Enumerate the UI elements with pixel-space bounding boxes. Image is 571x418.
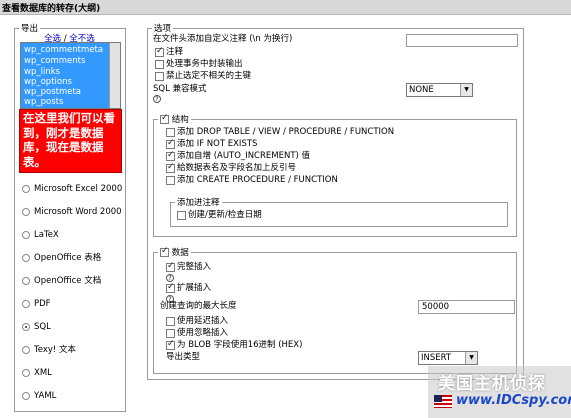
page-title: 查看数据库的转存(大纲) [2, 4, 101, 14]
format-radio-odt[interactable] [22, 277, 30, 285]
list-item[interactable]: wp_posts [24, 97, 63, 107]
chevron-down-icon: ▼ [465, 352, 477, 364]
auto-increment-checkbox[interactable] [166, 150, 175, 161]
list-item[interactable]: wp_commentmeta [24, 45, 103, 55]
complete-insert-label: 完整插入 [177, 262, 212, 272]
export-type-select[interactable]: INSERT ▼ [418, 351, 478, 365]
transaction-checkbox[interactable] [155, 60, 164, 69]
create-procedure-checkbox[interactable] [166, 176, 175, 185]
annotation-box: 在这里我们可以看到，刚才是数据库，现在是数据表。 [19, 109, 122, 173]
delayed-insert-checkbox[interactable] [166, 317, 175, 326]
format-label: YAML [34, 391, 57, 401]
structure-checkbox[interactable] [160, 113, 169, 124]
ignore-insert-checkbox[interactable] [166, 329, 175, 338]
max-query-input[interactable]: 50000 [418, 300, 515, 314]
extended-insert-checkbox[interactable] [166, 282, 175, 293]
date-comment-label: 创建/更新/检查日期 [188, 210, 262, 220]
data-checkbox[interactable] [160, 246, 169, 257]
help-icon[interactable]: ? [153, 95, 161, 103]
if-not-exists-checkbox[interactable] [166, 138, 175, 149]
export-legend: 导出 [21, 24, 39, 34]
format-label: XML [34, 368, 52, 378]
list-item[interactable]: wp_options [24, 77, 72, 87]
format-label: Microsoft Word 2000 [34, 207, 122, 217]
sql-compat-select[interactable]: NONE ▼ [406, 83, 473, 97]
drop-table-checkbox[interactable] [166, 128, 175, 137]
list-item[interactable]: wp_comments [24, 56, 85, 66]
format-radio-latex[interactable] [22, 231, 30, 239]
complete-insert-checkbox[interactable] [166, 261, 175, 272]
format-label: SQL [34, 322, 51, 332]
format-label: Microsoft Excel 2000 [34, 184, 123, 194]
table-select-list[interactable]: wp_commentmeta wp_comments wp_links wp_o… [20, 42, 121, 109]
data-legend: 数据 [171, 248, 189, 258]
watermark-flag-icon [434, 395, 452, 408]
chevron-down-icon: ▼ [460, 84, 472, 96]
sql-compat-label: SQL 兼容模式 [153, 84, 207, 94]
list-item[interactable]: wp_links [24, 67, 60, 77]
ignore-insert-label: 使用忽略插入 [177, 328, 229, 338]
format-label: OpenOffice 表格 [34, 253, 102, 263]
format-label: PDF [34, 299, 51, 309]
format-label: LaTeX [34, 230, 59, 240]
comments-label: 注释 [166, 47, 184, 57]
header-comment-input[interactable] [406, 34, 518, 47]
list-scrollbar[interactable] [109, 43, 120, 108]
date-comment-checkbox[interactable] [177, 211, 186, 220]
extended-insert-label: 扩展插入 [177, 283, 212, 293]
hex-blob-checkbox[interactable] [166, 339, 175, 350]
format-radio-yaml[interactable] [22, 392, 30, 400]
comments-checkbox[interactable] [155, 46, 164, 57]
max-query-label: 创建查询的最大长度 [160, 301, 237, 311]
delayed-insert-label: 使用延迟插入 [177, 316, 229, 326]
format-radio-pdf[interactable] [22, 300, 30, 308]
format-radio-word[interactable] [22, 208, 30, 216]
annotation-text: 在这里我们可以看到，刚才是数据库，现在是数据表。 [23, 111, 115, 169]
if-not-exists-label: 添加 IF NOT EXISTS [177, 139, 258, 149]
format-radio-texy[interactable] [22, 346, 30, 354]
format-radio-sql[interactable] [22, 323, 30, 331]
create-procedure-label: 添加 CREATE PROCEDURE / FUNCTION [177, 175, 338, 185]
format-radio-excel[interactable] [22, 185, 30, 193]
format-label: Texy! 文本 [34, 345, 76, 355]
structure-legend: 结构 [171, 115, 189, 125]
backquote-checkbox[interactable] [166, 162, 175, 173]
format-radio-xml[interactable] [22, 369, 30, 377]
format-label: OpenOffice 文档 [34, 276, 102, 286]
disable-fk-label: 禁止选定不相关的主键 [166, 71, 252, 81]
watermark-line2: www.IDCspy.com [456, 393, 571, 408]
list-item[interactable]: wp_postmeta [24, 87, 81, 97]
header-comment-label: 在文件头添加自定义注释 (\n 为换行) [153, 34, 293, 44]
transaction-label: 处理事务中封装输出 [166, 59, 243, 69]
options-legend: 选项 [154, 24, 172, 34]
disable-fk-checkbox[interactable] [155, 72, 164, 81]
auto-increment-label: 添加自增 (AUTO_INCREMENT) 值 [177, 151, 311, 161]
backquote-label: 給数据表名及字段名加上反引号 [177, 163, 297, 173]
drop-table-label: 添加 DROP TABLE / VIEW / PROCEDURE / FUNCT… [177, 127, 395, 137]
hex-blob-label: 为 BLOB 字段使用16进制 (HEX) [177, 340, 303, 350]
add-comments-legend: 添加进注释 [177, 198, 220, 208]
title-bar: 查看数据库的转存(大纲) [0, 0, 571, 15]
watermark-line1: 美国主机侦探 [438, 374, 546, 394]
watermark: 美国主机侦探 www.IDCspy.com [428, 366, 571, 418]
help-icon[interactable]: ? [166, 274, 174, 282]
export-type-label: 导出类型 [166, 352, 201, 362]
format-radio-ods[interactable] [22, 254, 30, 262]
